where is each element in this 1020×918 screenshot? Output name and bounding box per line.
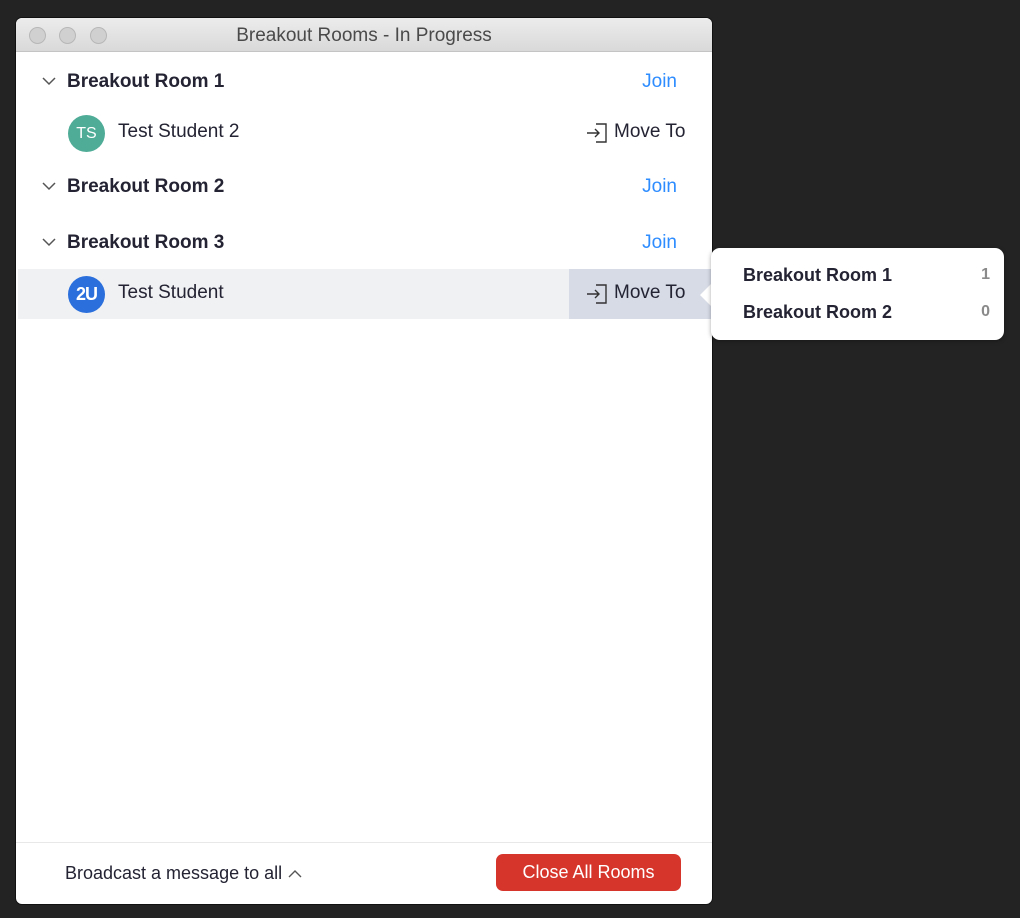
room-header-1[interactable]: Breakout Room 1 Join <box>16 62 712 102</box>
participant-name: Test Student 2 <box>118 121 240 142</box>
avatar: 2U <box>68 276 105 313</box>
move-to-button[interactable]: Move To <box>569 269 712 319</box>
avatar: TS <box>68 115 105 152</box>
participant-row: TS Test Student 2 Move To <box>18 108 712 158</box>
room-name: Breakout Room 1 <box>67 71 225 92</box>
join-button[interactable]: Join <box>642 176 677 198</box>
menu-item-room-2[interactable]: Breakout Room 2 0 <box>711 294 1004 330</box>
move-to-button[interactable]: Move To <box>569 108 712 158</box>
chevron-up-icon <box>288 870 302 878</box>
broadcast-button[interactable]: Broadcast a message to all <box>65 863 302 884</box>
participant-row-selected: 2U Test Student Move To <box>18 269 712 319</box>
close-all-rooms-button[interactable]: Close All Rooms <box>496 854 681 891</box>
room-header-3[interactable]: Breakout Room 3 Join <box>16 223 712 263</box>
join-button[interactable]: Join <box>642 232 677 254</box>
move-to-menu: Breakout Room 1 1 Breakout Room 2 0 <box>711 248 1004 340</box>
room-header-2[interactable]: Breakout Room 2 Join <box>16 167 712 207</box>
chevron-down-icon[interactable] <box>42 235 56 249</box>
window-title: Breakout Rooms - In Progress <box>236 25 492 46</box>
move-to-icon <box>587 123 607 143</box>
chevron-down-icon[interactable] <box>42 74 56 88</box>
move-to-label: Move To <box>614 282 686 303</box>
menu-item-room-1[interactable]: Breakout Room 1 1 <box>711 257 1004 293</box>
join-button[interactable]: Join <box>642 71 677 93</box>
move-to-label: Move To <box>614 121 686 142</box>
menu-item-label: Breakout Room 1 <box>743 265 893 285</box>
move-to-icon <box>587 284 607 304</box>
participant-count: 1 <box>981 266 990 283</box>
participant-count: 0 <box>981 303 990 320</box>
title-bar: Breakout Rooms - In Progress <box>16 18 712 52</box>
chevron-down-icon[interactable] <box>42 179 56 193</box>
room-name: Breakout Room 2 <box>67 176 225 197</box>
menu-item-label: Breakout Room 2 <box>743 302 893 322</box>
footer-bar: Broadcast a message to all Close All Roo… <box>16 842 712 904</box>
room-name: Breakout Room 3 <box>67 232 225 253</box>
broadcast-label: Broadcast a message to all <box>65 863 283 883</box>
breakout-rooms-window: Breakout Rooms - In Progress Breakout Ro… <box>16 18 712 904</box>
participant-name: Test Student <box>118 282 224 303</box>
